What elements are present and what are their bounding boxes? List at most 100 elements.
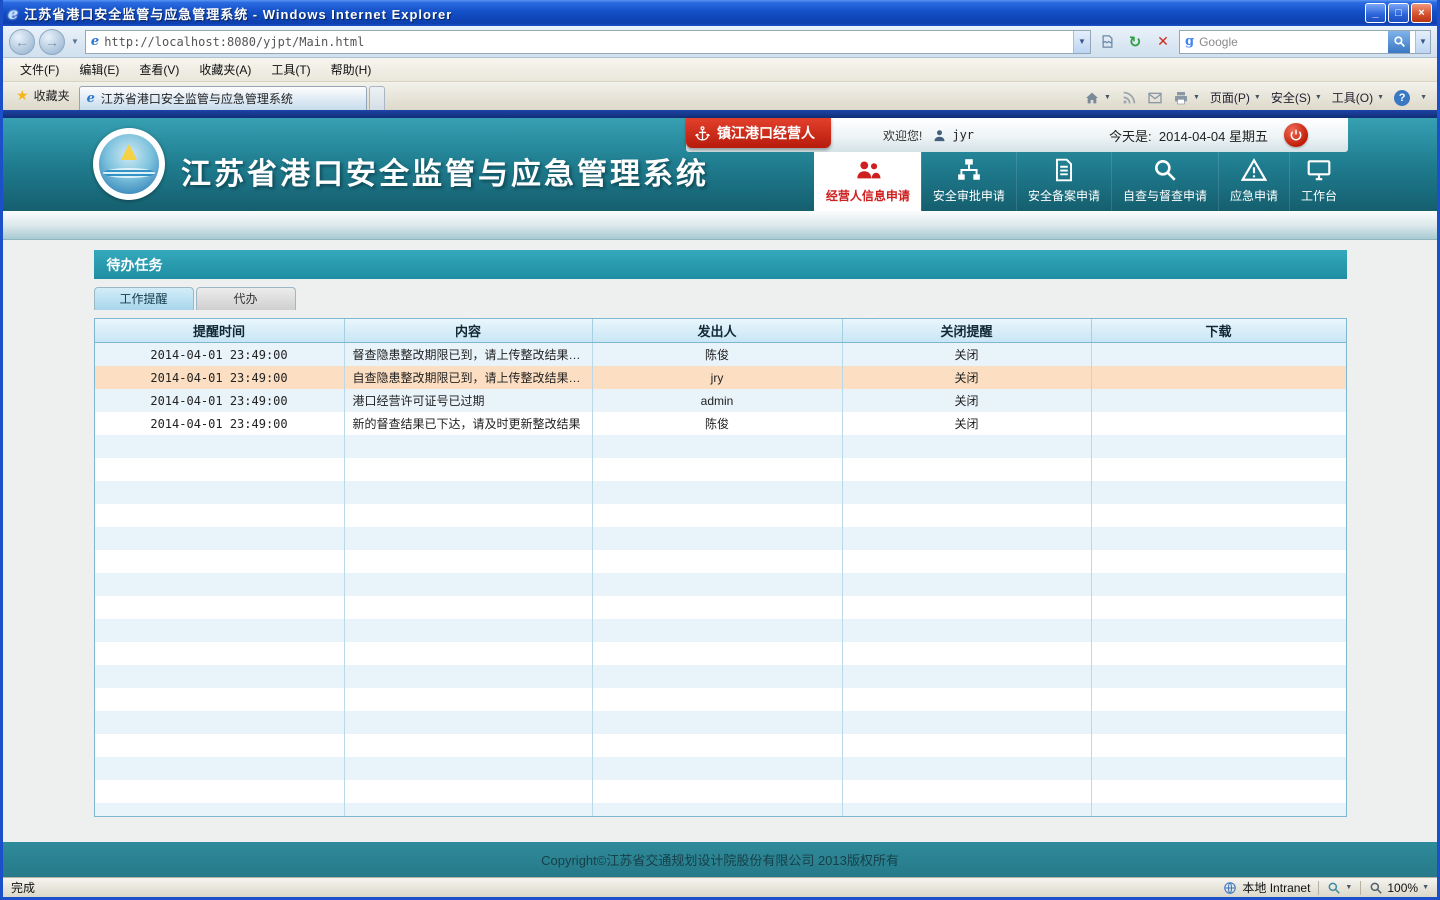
logout-button[interactable] (1284, 123, 1308, 147)
chevron-down-icon: ▼ (1254, 94, 1261, 101)
refresh-button[interactable]: ↻ (1123, 30, 1147, 54)
chevron-down-icon: ▼ (1420, 94, 1427, 101)
cell: 自查隐患整改期限已到，请上传整改结果… (345, 366, 593, 389)
cell: 2014-04-01 23:49:00 (95, 366, 345, 389)
close-reminder-link[interactable]: 关闭 (954, 415, 978, 432)
org-badge-label: 镇江港口经营人 (717, 123, 815, 143)
nav-tab-magnifier[interactable]: 自查与督查申请 (1111, 152, 1218, 211)
favorites-label: 收藏夹 (34, 87, 70, 104)
table-row-empty (95, 596, 1346, 619)
toolbar-button-1[interactable]: 安全(S)▼ (1271, 89, 1322, 106)
home-button[interactable]: ▼ (1084, 90, 1111, 106)
app-title: 江苏省港口安全监管与应急管理系统 (181, 149, 709, 193)
brand: 江苏省港口安全监管与应急管理系统 (93, 128, 709, 200)
cell (345, 458, 593, 481)
cell (843, 711, 1092, 734)
menu-item-0[interactable]: 文件(F) (11, 58, 68, 81)
close-reminder-link[interactable]: 关闭 (954, 369, 978, 386)
user-info-bar: 镇江港口经营人 欢迎您! jyr 今天是: 2014-04-04 星期五 (686, 118, 1348, 152)
magnifier-icon (1152, 157, 1178, 183)
cell (345, 481, 593, 504)
minimize-button[interactable]: _ (1365, 3, 1386, 23)
nav-tab-warning[interactable]: 应急申请 (1218, 152, 1289, 211)
cell (843, 803, 1092, 816)
cell (843, 757, 1092, 780)
globe-icon (1223, 881, 1237, 895)
help-button[interactable]: ? (1394, 90, 1410, 106)
nav-tab-label: 工作台 (1301, 187, 1337, 204)
toolbar-button-2[interactable]: 工具(O)▼ (1332, 89, 1384, 106)
nav-tab-people[interactable]: 经营人信息申请 (814, 152, 921, 211)
cell (95, 504, 345, 527)
favorites-button[interactable]: ★ 收藏夹 (7, 83, 79, 110)
cell (1092, 803, 1346, 816)
cell (345, 780, 593, 803)
table-row-empty (95, 527, 1346, 550)
cell (593, 550, 843, 573)
menu-item-3[interactable]: 收藏夹(A) (190, 58, 260, 81)
cell: 关闭 (843, 343, 1092, 366)
cell (1092, 550, 1346, 573)
nav-tab-monitor[interactable]: 工作台 (1289, 152, 1348, 211)
nav-tab-document[interactable]: 安全备案申请 (1016, 152, 1111, 211)
read-mail-button[interactable] (1147, 90, 1163, 106)
table-row-empty (95, 711, 1346, 734)
cell: 新的督查结果已下达，请及时更新整改结果 (345, 412, 593, 435)
menu-item-2[interactable]: 查看(V) (130, 58, 188, 81)
back-button[interactable]: ← (9, 29, 35, 55)
column-header-4: 下载 (1092, 319, 1346, 342)
column-header-2: 发出人 (593, 319, 843, 342)
toolbar-button-0[interactable]: 页面(P)▼ (1210, 89, 1261, 106)
maximize-button[interactable]: □ (1388, 3, 1409, 23)
page-actions-dropdown[interactable]: ▼ (1327, 881, 1352, 895)
cell (95, 803, 345, 816)
cell (1092, 527, 1346, 550)
search-dropdown-icon[interactable]: ▼ (1415, 31, 1430, 53)
close-reminder-link[interactable]: 关闭 (954, 346, 978, 363)
page-viewport: 江苏省港口安全监管与应急管理系统 镇江港口经营人 欢迎您! jyr 今天是: 2… (3, 110, 1437, 877)
compatibility-view-button[interactable] (1095, 30, 1119, 54)
cell (345, 803, 593, 816)
menu-item-5[interactable]: 帮助(H) (322, 58, 381, 81)
table-body: 2014-04-01 23:49:00督查隐患整改期限已到，请上传整改结果…陈俊… (95, 343, 1346, 816)
status-text: 完成 (11, 879, 35, 896)
print-button[interactable]: ▼ (1173, 90, 1200, 106)
browser-window: e 江苏省港口安全监管与应急管理系统 - Windows Internet Ex… (0, 0, 1440, 900)
cell (843, 665, 1092, 688)
panel-tab-1[interactable]: 代办 (196, 287, 296, 310)
browser-tab[interactable]: e 江苏省港口安全监管与应急管理系统 (79, 86, 367, 110)
menu-item-4[interactable]: 工具(T) (262, 58, 319, 81)
cell (593, 596, 843, 619)
google-logo-icon: g (1185, 34, 1194, 49)
close-button[interactable]: × (1411, 3, 1432, 23)
url-dropdown-icon[interactable]: ▼ (1073, 31, 1090, 53)
new-tab-button[interactable] (369, 86, 385, 110)
cell (1092, 734, 1346, 757)
zoom-icon (1369, 881, 1383, 895)
sub-menu-strip (3, 211, 1437, 240)
menu-item-1[interactable]: 编辑(E) (70, 58, 128, 81)
cell: 陈俊 (593, 343, 843, 366)
cell (843, 619, 1092, 642)
close-reminder-link[interactable]: 关闭 (954, 392, 978, 409)
people-icon (855, 157, 881, 183)
page-icon: e (91, 34, 99, 49)
search-input[interactable] (1199, 35, 1383, 49)
feeds-button[interactable] (1121, 90, 1137, 106)
cell (1092, 504, 1346, 527)
forward-button[interactable]: → (39, 29, 65, 55)
cell (593, 642, 843, 665)
search-magnifier-icon[interactable] (1388, 31, 1410, 53)
cell (95, 435, 345, 458)
url-field[interactable]: e http://localhost:8080/yjpt/Main.html ▼ (85, 30, 1091, 54)
stop-button[interactable]: ✕ (1151, 30, 1175, 54)
cell (1092, 366, 1346, 389)
cell (1092, 757, 1346, 780)
zoom-control[interactable]: 100% ▼ (1369, 881, 1429, 895)
warning-icon (1241, 157, 1267, 183)
cell (345, 642, 593, 665)
cell (1092, 481, 1346, 504)
history-dropdown-icon[interactable]: ▼ (69, 37, 81, 46)
nav-tab-org-chart[interactable]: 安全审批申请 (921, 152, 1016, 211)
panel-tab-0[interactable]: 工作提醒 (94, 287, 194, 310)
